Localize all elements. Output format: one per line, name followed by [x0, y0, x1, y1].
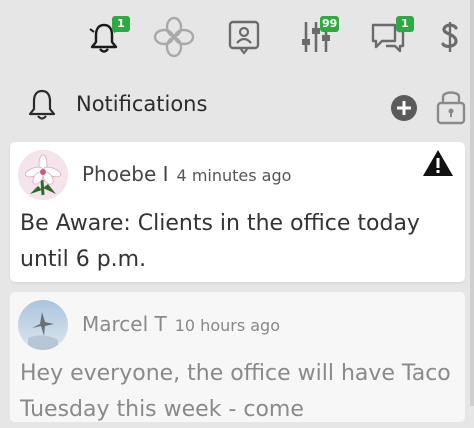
notification-card[interactable]: Phoebe I 4 minutes ago Be Aware: Clients … — [10, 142, 465, 282]
notification-message: Be Aware: Clients in the office today un… — [20, 211, 420, 272]
notification-meta: Marcel T 10 hours ago — [82, 312, 280, 336]
chat-button[interactable]: 1 — [364, 14, 414, 60]
author-name: Phoebe I — [82, 162, 169, 186]
add-icon[interactable] — [390, 94, 418, 122]
scrollbar[interactable] — [470, 0, 474, 406]
top-toolbar: 1 99 1 — [0, 0, 474, 72]
contacts-button[interactable] — [220, 14, 268, 60]
chat-badge: 1 — [396, 16, 414, 32]
lily-avatar-image — [18, 150, 68, 200]
notification-card[interactable]: Marcel T 10 hours ago Hey everyone, the o… — [10, 292, 465, 422]
billing-button[interactable] — [430, 14, 470, 60]
settings-sliders-button[interactable]: 99 — [292, 14, 340, 60]
apps-button[interactable] — [150, 14, 198, 60]
flower-icon — [153, 16, 195, 58]
notifications-badge: 1 — [112, 16, 130, 32]
warning-icon — [423, 150, 453, 176]
dollar-icon — [441, 22, 458, 52]
notification-meta: Phoebe I 4 minutes ago — [82, 162, 291, 186]
timestamp: 4 minutes ago — [176, 166, 292, 185]
notifications-bell-button[interactable]: 1 — [80, 14, 130, 60]
notification-message: Hey everyone, the office will have Taco … — [20, 361, 451, 422]
notifications-header: Notifications — [0, 72, 470, 136]
sky-avatar-image — [18, 300, 68, 350]
page-title: Notifications — [76, 92, 208, 116]
sliders-badge: 99 — [320, 16, 340, 32]
author-name: Marcel T — [82, 312, 167, 336]
avatar — [18, 150, 68, 200]
lock-icon[interactable] — [434, 86, 468, 126]
contact-card-icon — [228, 20, 260, 55]
timestamp: 10 hours ago — [174, 316, 280, 335]
avatar — [18, 300, 68, 350]
bell-icon — [28, 89, 56, 120]
